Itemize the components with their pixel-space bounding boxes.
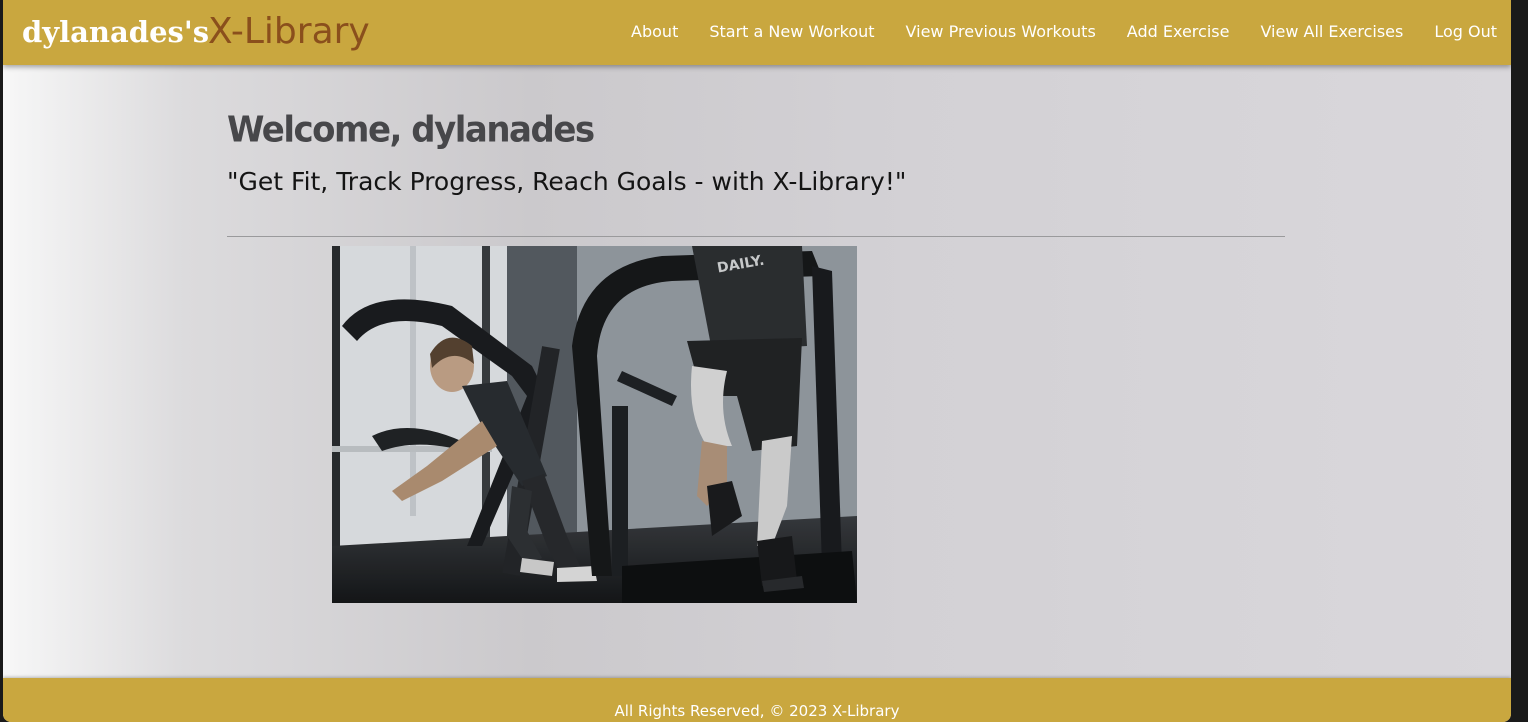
main-content: Welcome, dylanades "Get Fit, Track Progr… [227, 100, 1285, 245]
browser-page: dylanades's X-Library About Start a New … [3, 0, 1511, 722]
copyright-text: All Rights Reserved, © 2023 X-Library [614, 702, 900, 720]
tagline-text: "Get Fit, Track Progress, Reach Goals - … [227, 167, 907, 196]
nav-view-all-exercises[interactable]: View All Exercises [1260, 22, 1403, 41]
nav-add-exercise[interactable]: Add Exercise [1127, 22, 1230, 41]
nav-about[interactable]: About [631, 22, 678, 41]
welcome-heading: Welcome, dylanades [227, 109, 595, 151]
nav-start-new-workout[interactable]: Start a New Workout [709, 22, 874, 41]
brand-logo-text[interactable]: X-Library [208, 11, 370, 53]
top-navbar: dylanades's X-Library About Start a New … [3, 0, 1511, 65]
section-divider [227, 236, 1285, 237]
gym-treadmill-photo-icon: DAILY. [332, 246, 857, 603]
user-title: dylanades's [22, 15, 210, 49]
nav-log-out[interactable]: Log Out [1434, 22, 1497, 41]
main-nav: About Start a New Workout View Previous … [600, 0, 1497, 63]
hero-image: DAILY. [332, 246, 857, 603]
page-footer: All Rights Reserved, © 2023 X-Library [3, 678, 1511, 722]
nav-view-previous-workouts[interactable]: View Previous Workouts [906, 22, 1096, 41]
